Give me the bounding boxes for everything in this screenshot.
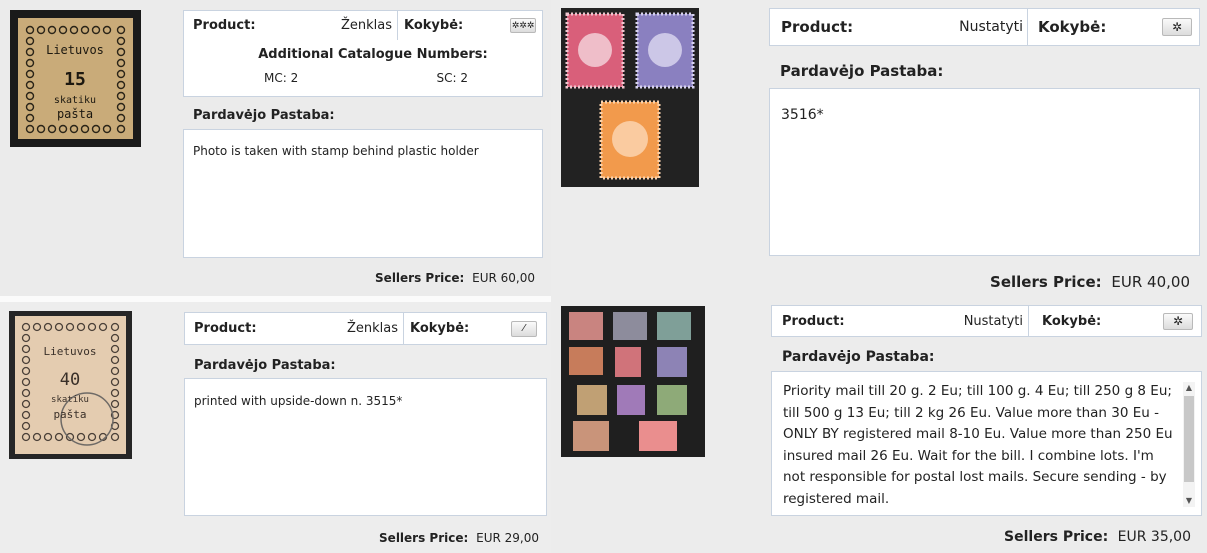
single-star-icon[interactable]: ✲	[1162, 18, 1192, 36]
catalogue-mc: MC: 2	[264, 71, 299, 85]
seller-note-box: printed with upside-down n. 3515*	[184, 378, 547, 516]
product-value: Nustatyti	[959, 19, 1023, 35]
quality-label: Kokybė:	[1028, 306, 1148, 336]
stamp-photo[interactable]: Lietuvos 15 skatiku pašta	[10, 10, 141, 147]
note-scrollbar[interactable]: ▲ ▼	[1183, 382, 1195, 507]
seller-note-box: 3516*	[769, 88, 1200, 256]
stamp-image	[569, 312, 691, 451]
seller-price: Sellers Price: EUR 29,00	[379, 531, 539, 545]
product-value: Ženklas	[346, 321, 398, 336]
seller-price: Sellers Price: EUR 40,00	[990, 273, 1190, 291]
slash-grade-icon[interactable]: ⁄	[511, 320, 537, 337]
seller-note-box: Priority mail till 20 g. 2 Eu; till 100 …	[771, 371, 1202, 516]
price-label: Sellers Price:	[375, 271, 465, 285]
lot-card: Product: Nustatyti Kokybė: ✲ Pardavėjo P…	[551, 0, 1207, 296]
price-label: Sellers Price:	[990, 273, 1102, 291]
triple-star-icon[interactable]: ✲✲✲	[510, 18, 536, 33]
seller-note-text: Priority mail till 20 g. 2 Eu; till 100 …	[783, 383, 1173, 507]
seller-note-title: Pardavėjo Pastaba:	[782, 349, 935, 365]
stamp-photo[interactable]	[561, 306, 705, 457]
price-value: EUR 60,00	[472, 271, 535, 285]
quality-label: Kokybė:	[397, 11, 497, 40]
svg-text:pašta: pašta	[57, 107, 93, 121]
price-label: Sellers Price:	[379, 531, 469, 545]
product-label: Product:	[782, 313, 845, 329]
catalogue-sc: SC: 2	[436, 71, 469, 85]
product-info-table: Product: Ženklas Kokybė: ⁄	[184, 312, 547, 345]
price-value: EUR 40,00	[1111, 273, 1190, 291]
product-info-table: Product: Nustatyti Kokybė: ✲	[769, 8, 1200, 46]
seller-note-title: Pardavėjo Pastaba:	[780, 62, 944, 80]
svg-text:Lietuvos: Lietuvos	[46, 43, 104, 57]
lot-card: Lietuvos 40 skatiku pašta Product: Ženkl…	[0, 302, 551, 553]
seller-note-box: Photo is taken with stamp behind plastic…	[183, 129, 543, 258]
product-info-table: Product: Nustatyti Kokybė: ✲	[771, 305, 1202, 337]
stamp-photo[interactable]: Lietuvos 40 skatiku pašta	[9, 311, 132, 459]
scroll-up-icon[interactable]: ▲	[1183, 382, 1195, 394]
svg-text:Lietuvos: Lietuvos	[44, 345, 97, 358]
price-value: EUR 35,00	[1117, 529, 1191, 545]
price-value: EUR 29,00	[476, 531, 539, 545]
single-star-icon[interactable]: ✲	[1163, 312, 1193, 330]
product-label: Product:	[193, 18, 256, 33]
svg-text:pašta: pašta	[53, 408, 86, 421]
product-value: Ženklas	[340, 18, 392, 33]
product-info-table: Product: Ženklas Kokybė: ✲✲✲ Additional …	[183, 10, 543, 97]
svg-text:skatiku: skatiku	[51, 395, 89, 405]
stamp-image: Lietuvos 40 skatiku pašta	[15, 316, 126, 454]
scroll-thumb[interactable]	[1184, 396, 1194, 482]
seller-note-title: Pardavėjo Pastaba:	[193, 108, 335, 123]
quality-label: Kokybė:	[1027, 9, 1147, 45]
lot-card: Product: Nustatyti Kokybė: ✲ Pardavėjo P…	[551, 296, 1207, 553]
quality-label: Kokybė:	[403, 313, 503, 344]
price-label: Sellers Price:	[1004, 529, 1109, 545]
svg-text:15: 15	[64, 69, 86, 90]
stamp-photo[interactable]	[561, 8, 699, 187]
product-value: Nustatyti	[963, 313, 1023, 329]
seller-price: Sellers Price: EUR 35,00	[1004, 529, 1191, 545]
seller-note-title: Pardavėjo Pastaba:	[194, 358, 336, 373]
svg-text:skatiku: skatiku	[54, 95, 96, 106]
lot-card: Lietuvos 15 skatiku pašta Product: Ženkl…	[0, 0, 551, 296]
product-label: Product:	[781, 18, 854, 36]
product-label: Product:	[194, 321, 257, 336]
stamp-image: Lietuvos 15 skatiku pašta	[18, 18, 133, 139]
catalogue-title: Additional Catalogue Numbers:	[258, 47, 488, 62]
stamp-image	[565, 12, 695, 180]
scroll-down-icon[interactable]: ▼	[1183, 495, 1195, 507]
seller-price: Sellers Price: EUR 60,00	[375, 271, 535, 285]
svg-text:40: 40	[60, 370, 80, 390]
